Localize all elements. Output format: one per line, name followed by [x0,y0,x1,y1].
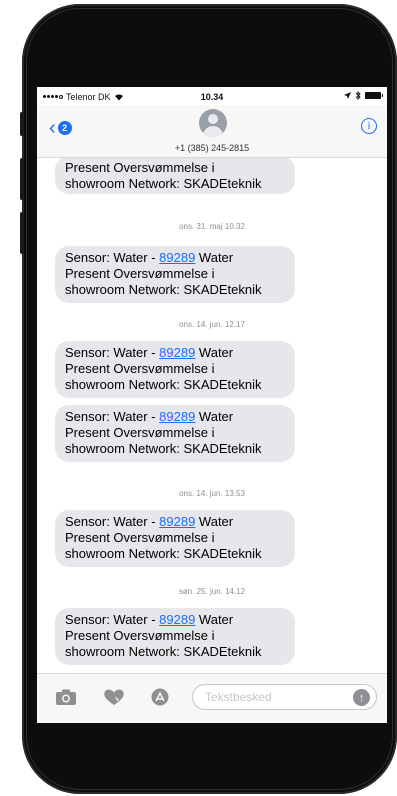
message-line: Present Oversvømmelse i [65,425,215,440]
message-bubble[interactable]: Sensor: Water - 89289 Water Present Over… [55,246,295,303]
volume-up-button [20,158,24,200]
message-bubble[interactable]: Present Oversvømmelse i showroom Network… [55,158,295,194]
message-line: Present Oversvømmelse i [65,361,215,376]
status-right-icons [344,91,383,100]
message-line: showroom Network: SKADEteknik [65,644,262,659]
contact-name[interactable]: +1 (385) 245-2815 [37,143,387,153]
bluetooth-icon [355,91,361,100]
message-bubble[interactable]: Sensor: Water - 89289 Water Present Over… [55,341,295,398]
mute-switch [20,112,24,136]
message-bubble[interactable]: Sensor: Water - 89289 Water Present Over… [55,608,295,665]
digital-touch-heart-icon[interactable] [103,688,125,706]
message-timestamp: ons. 14. jun. 12.17 [179,320,245,329]
arrow-up-icon: ↑ [358,691,365,704]
message-suffix: Water [195,514,234,529]
phone-screen: Telenor DK 10.34 ‹ 2 +1 (385) 245-2815 i [37,87,387,723]
message-prefix: Sensor: Water - [65,250,160,265]
unread-badge: 2 [57,121,72,135]
message-line: Present Oversvømmelse i [65,266,215,281]
phone-number-link[interactable]: 89289 [159,345,195,360]
message-placeholder: Tekstbesked [205,690,272,704]
status-time: 10.34 [200,92,224,102]
message-suffix: Water [195,612,234,627]
status-bar: Telenor DK 10.34 [37,87,387,105]
volume-down-button [20,212,24,254]
location-arrow-icon [344,92,351,99]
message-line: Present Oversvømmelse i [65,628,215,643]
battery-icon [365,92,383,99]
contact-avatar[interactable] [199,109,227,137]
phone-number-link[interactable]: 89289 [159,612,195,627]
message-timestamp: ons. 31. maj 10.32 [179,222,245,231]
phone-number-link[interactable]: 89289 [159,409,195,424]
message-line: Present Oversvømmelse i [65,160,215,175]
message-line: showroom Network: SKADEteknik [65,441,262,456]
message-suffix: Water [195,345,234,360]
message-prefix: Sensor: Water - [65,612,160,627]
message-line: showroom Network: SKADEteknik [65,546,262,561]
message-bubble[interactable]: Sensor: Water - 89289 Water Present Over… [55,510,295,567]
message-suffix: Water [195,250,234,265]
message-list[interactable]: Present Oversvømmelse i showroom Network… [37,158,387,673]
app-store-icon[interactable] [149,688,171,706]
message-suffix: Water [195,409,234,424]
send-button[interactable]: ↑ [353,689,370,706]
phone-number-link[interactable]: 89289 [159,250,195,265]
phone-number-link[interactable]: 89289 [159,514,195,529]
camera-icon[interactable] [55,688,77,706]
message-timestamp: ons. 14. jun. 13.53 [179,489,245,498]
message-timestamp: søn. 25. jun. 14.12 [178,587,246,596]
message-input-bar: Tekstbesked ↑ [37,673,387,723]
message-text-field[interactable]: Tekstbesked ↑ [192,684,377,710]
message-line: showroom Network: SKADEteknik [65,377,262,392]
chevron-left-icon: ‹ [49,117,56,139]
message-line: Present Oversvømmelse i [65,530,215,545]
message-prefix: Sensor: Water - [65,514,160,529]
back-button[interactable]: ‹ 2 [49,118,72,138]
message-line: showroom Network: SKADEteknik [65,176,262,191]
message-prefix: Sensor: Water - [65,409,160,424]
message-bubble[interactable]: Sensor: Water - 89289 Water Present Over… [55,405,295,462]
message-prefix: Sensor: Water - [65,345,160,360]
conversation-header: ‹ 2 +1 (385) 245-2815 i [37,105,387,158]
message-line: showroom Network: SKADEteknik [65,282,262,297]
info-icon[interactable]: i [361,118,377,134]
